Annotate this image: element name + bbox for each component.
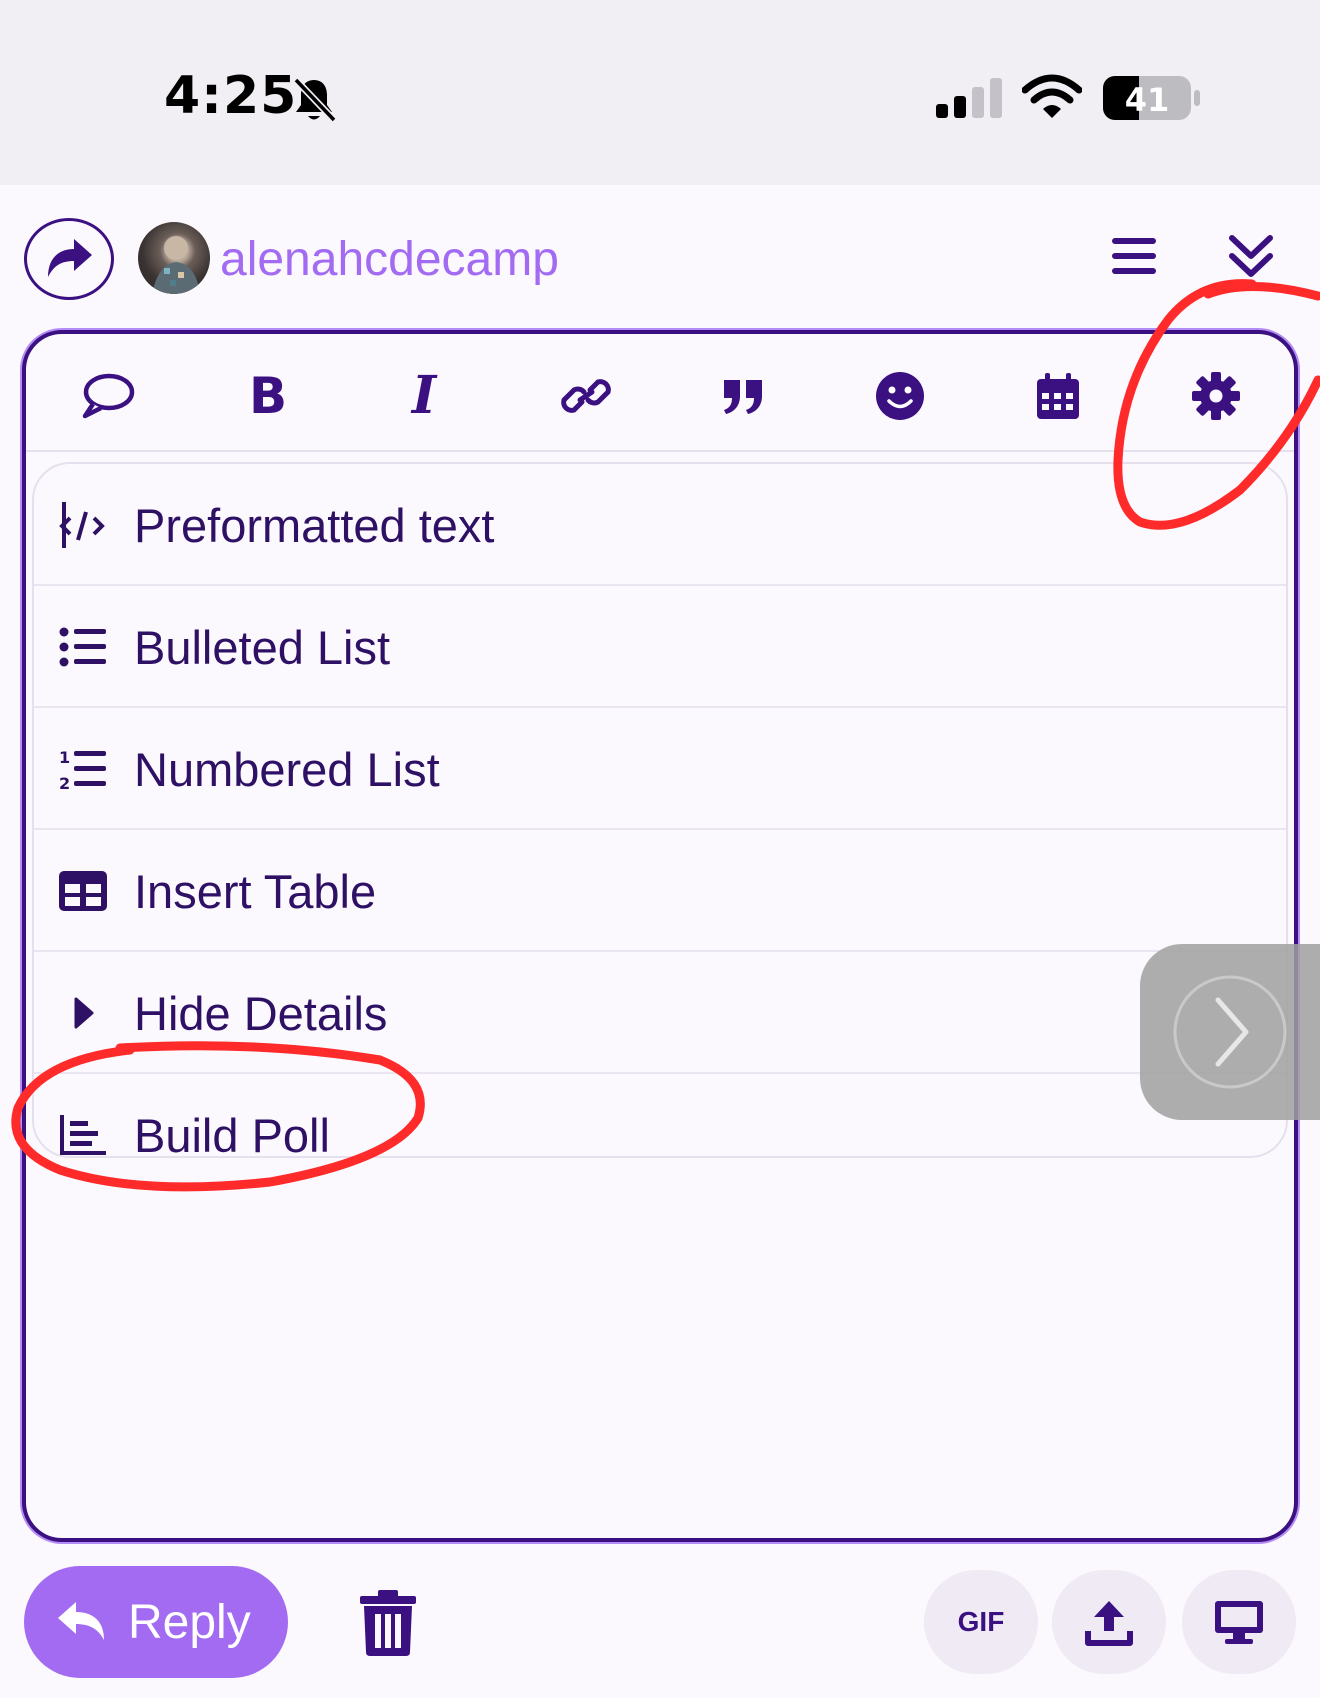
menu-item-hide-details[interactable]: Hide Details <box>34 952 1286 1074</box>
reply-label: Reply <box>128 1595 251 1649</box>
bulleted-list-icon <box>58 624 108 670</box>
toolbar-options-dropdown: Preformatted text Bulleted List 1 2 Numb… <box>32 462 1288 1162</box>
formatting-toolbar: B I <box>26 334 1294 452</box>
menu-item-bulleted-list[interactable]: Bulleted List <box>34 586 1286 708</box>
emoji-icon[interactable] <box>870 366 930 426</box>
link-icon[interactable] <box>556 366 616 426</box>
menu-item-label: Bulleted List <box>134 621 391 674</box>
bell-slash-icon <box>293 77 336 123</box>
trash-icon[interactable] <box>358 1590 418 1656</box>
chevron-right-icon <box>1173 975 1287 1089</box>
battery-icon: 41 <box>1103 76 1200 120</box>
italic-icon[interactable]: I <box>394 366 454 426</box>
table-icon <box>58 868 108 914</box>
composer-editor[interactable]: B I Preformatted text Bulleted List 1 2 … <box>22 330 1298 1542</box>
upload-icon <box>1085 1601 1133 1646</box>
chat-bubble-icon[interactable] <box>78 366 138 426</box>
reply-to-post-icon[interactable] <box>24 218 114 300</box>
poll-icon <box>58 1112 108 1158</box>
menu-item-label: Hide Details <box>134 987 388 1040</box>
calendar-icon[interactable] <box>1028 366 1088 426</box>
numbered-list-icon: 1 2 <box>58 746 108 792</box>
status-bar: 4:25 41 <box>0 0 1320 185</box>
quote-icon[interactable] <box>714 366 774 426</box>
wifi-icon <box>1022 74 1082 118</box>
desktop-preview-button[interactable] <box>1182 1570 1296 1674</box>
gif-label: GIF <box>957 1606 1005 1637</box>
menu-item-insert-table[interactable]: Insert Table <box>34 830 1286 952</box>
chevron-double-down-icon[interactable] <box>1228 232 1274 280</box>
battery-level: 41 <box>1125 81 1170 119</box>
side-arrow-button[interactable] <box>1140 944 1320 1120</box>
code-icon <box>58 502 108 548</box>
menu-item-label: Numbered List <box>134 743 440 796</box>
desktop-icon <box>1215 1601 1263 1644</box>
avatar[interactable] <box>138 222 210 294</box>
svg-text:2: 2 <box>59 774 70 791</box>
menu-item-label: Preformatted text <box>134 499 495 552</box>
menu-item-build-poll[interactable]: Build Poll <box>34 1074 1286 1162</box>
hamburger-menu-icon[interactable] <box>1110 234 1158 278</box>
menu-item-label: Build Poll <box>134 1109 330 1162</box>
reply-button[interactable]: Reply <box>24 1566 288 1678</box>
caret-right-icon <box>58 990 108 1036</box>
gear-icon[interactable] <box>1186 366 1246 426</box>
gif-button[interactable]: GIF <box>924 1570 1038 1674</box>
menu-item-preformatted-text[interactable]: Preformatted text <box>34 464 1286 586</box>
cellular-signal-icon <box>936 78 1002 118</box>
bold-icon[interactable]: B <box>238 366 298 426</box>
menu-item-numbered-list[interactable]: 1 2 Numbered List <box>34 708 1286 830</box>
upload-button[interactable] <box>1052 1570 1166 1674</box>
reply-arrow-icon <box>58 1602 104 1640</box>
menu-item-label: Insert Table <box>134 865 377 918</box>
status-time: 4:25 <box>164 66 298 126</box>
username[interactable]: alenahcdecamp <box>220 232 559 287</box>
svg-text:1: 1 <box>59 748 70 767</box>
